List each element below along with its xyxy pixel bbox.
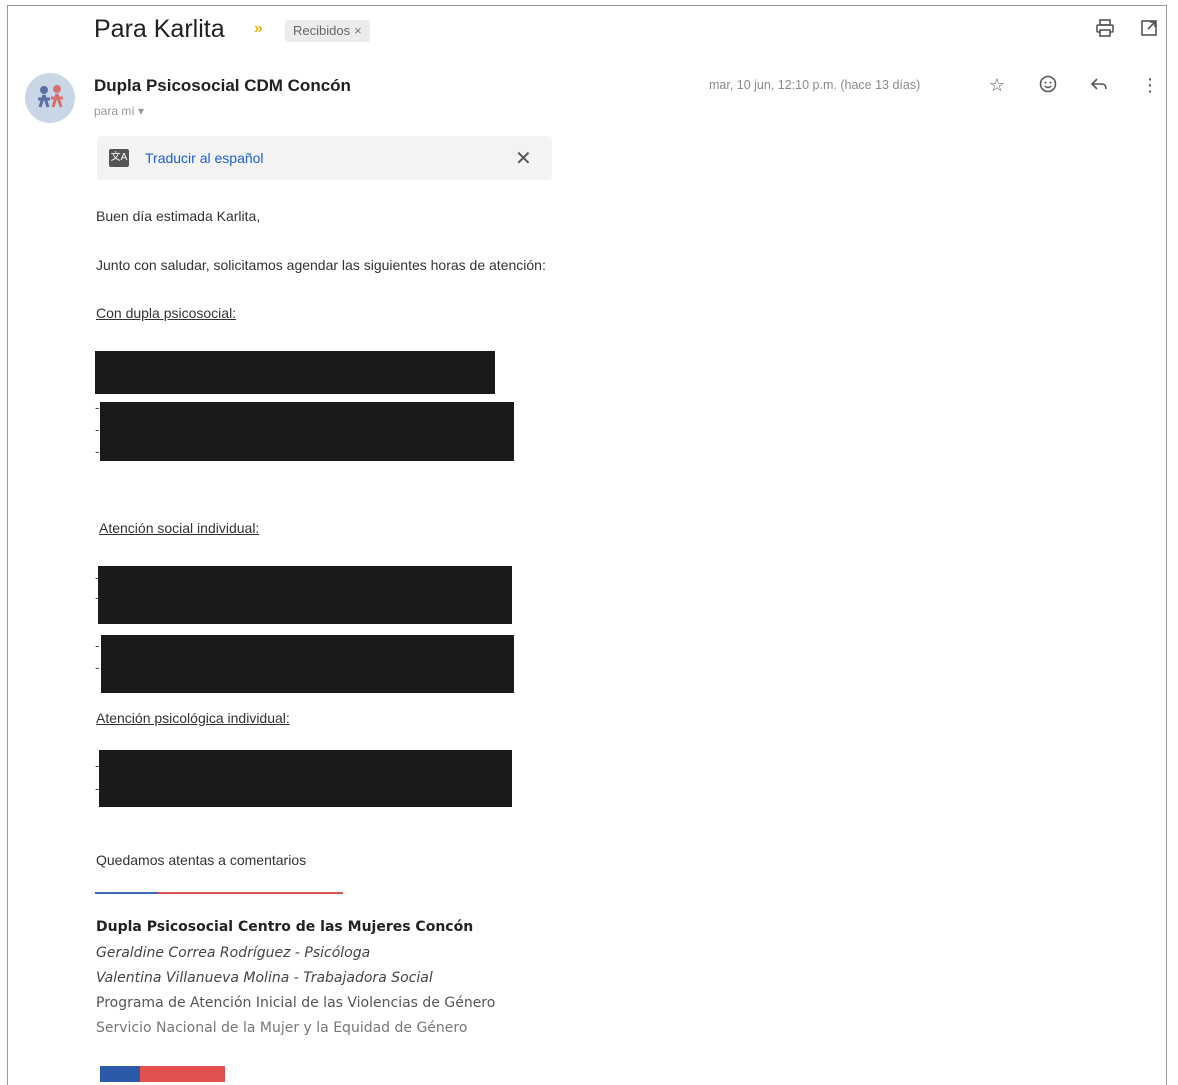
email-subject: Para Karlita (94, 15, 225, 43)
emoji-reaction-icon[interactable] (1037, 74, 1059, 96)
open-in-new-window-icon[interactable] (1138, 18, 1160, 40)
star-icon[interactable]: ☆ (986, 74, 1008, 96)
close-icon[interactable]: ✕ (515, 146, 532, 171)
label-remove-icon[interactable]: × (354, 23, 362, 38)
sender-name: Dupla Psicosocial CDM Concón (94, 76, 351, 95)
greeting: Buen día estimada Karlita, (96, 208, 261, 224)
message-actions: ☆ ⋮ (986, 74, 1161, 96)
label-chip-inbox[interactable]: Recibidos × (285, 20, 370, 42)
signature-divider (95, 892, 343, 894)
chevron-down-icon[interactable]: ▾ (138, 104, 144, 118)
importance-marker-icon[interactable]: » (254, 20, 263, 38)
redacted-block (100, 402, 514, 461)
signature-psychologist: Geraldine Correa Rodríguez - Psicóloga (96, 945, 371, 961)
print-icon[interactable] (1094, 18, 1116, 40)
intro-text: Junto con saludar, solicitamos agendar l… (96, 257, 546, 273)
redacted-block (95, 351, 495, 394)
list-bullet: - (95, 400, 100, 415)
more-options-icon[interactable]: ⋮ (1139, 74, 1161, 96)
signature-service: Servicio Nacional de la Mujer y la Equid… (96, 1020, 468, 1036)
list-bullet: - (95, 444, 100, 459)
label-chip-text: Recibidos (293, 23, 351, 38)
translate-bar: 文A Traducir al español ✕ (97, 136, 552, 180)
translate-link[interactable]: Traducir al español (145, 150, 264, 166)
redacted-block (99, 750, 512, 807)
recipient-label: para mí (94, 104, 135, 118)
redacted-block (101, 635, 514, 693)
list-bullet: - (95, 422, 100, 437)
thread-toolbar (1094, 18, 1160, 40)
list-bullet: - (95, 638, 100, 653)
signature-program: Programa de Atención Inicial de las Viol… (96, 995, 496, 1011)
section-title-psychosocial: Con dupla psicosocial: (96, 305, 237, 321)
list-bullet: - (95, 660, 100, 675)
translate-icon: 文A (109, 149, 129, 167)
closing-text: Quedamos atentas a comentarios (96, 852, 307, 868)
message-date: mar, 10 jun, 12:10 p.m. (hace 13 días) (709, 78, 921, 92)
section-title-psychological: Atención psicológica individual: (96, 710, 290, 726)
ministry-logo (100, 1066, 225, 1082)
recipient-dropdown[interactable]: para mí ▾ (94, 104, 144, 118)
section-title-social: Atención social individual: (99, 520, 260, 536)
sender-avatar[interactable] (25, 73, 75, 123)
signature-org: Dupla Psicosocial Centro de las Mujeres … (96, 919, 474, 935)
signature-social-worker: Valentina Villanueva Molina - Trabajador… (96, 970, 433, 986)
redacted-block (98, 566, 512, 624)
reply-icon[interactable] (1088, 74, 1110, 96)
